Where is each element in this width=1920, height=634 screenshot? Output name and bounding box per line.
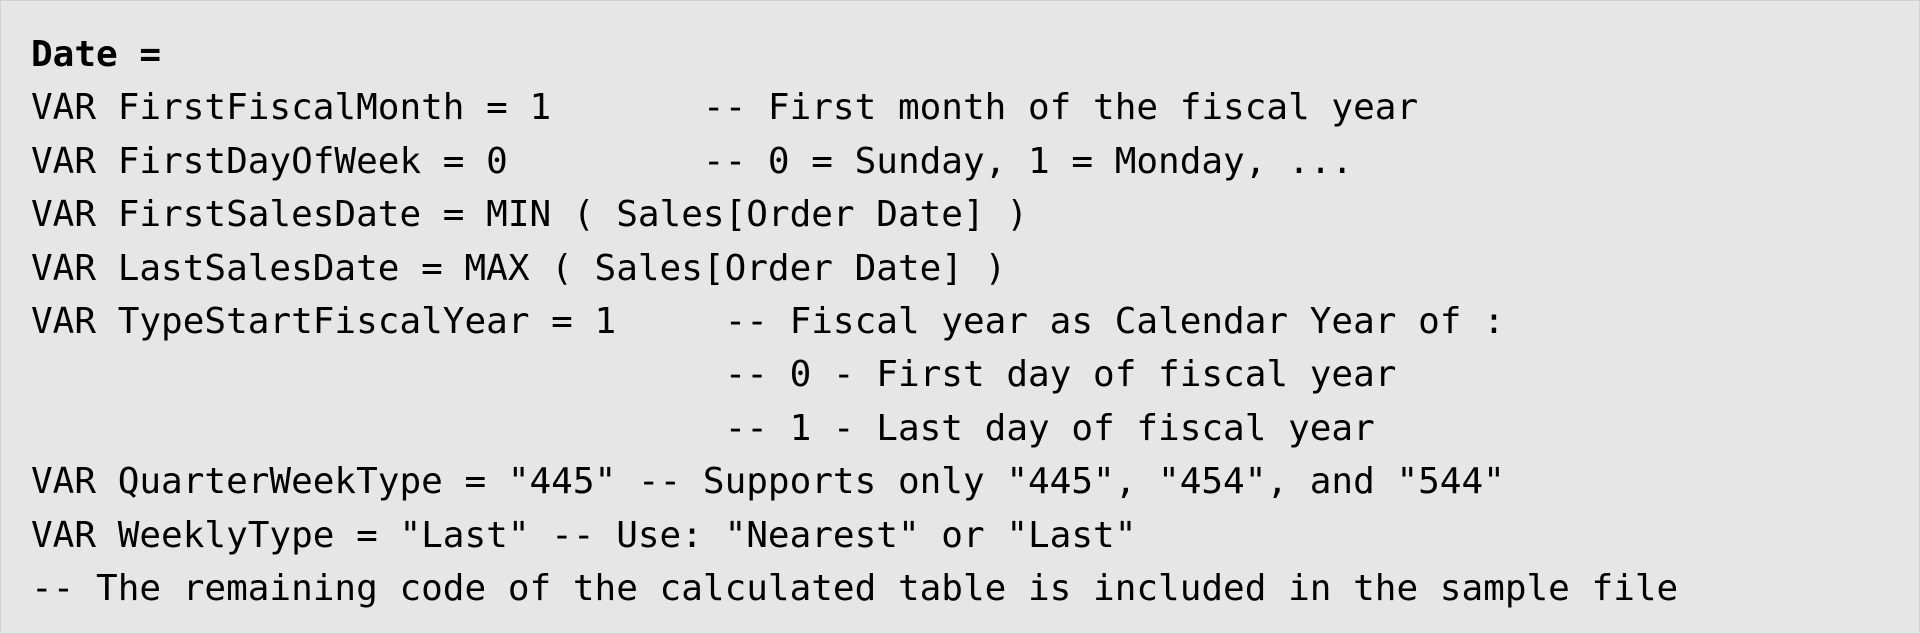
code-line-type-start-fiscal-year: VAR TypeStartFiscalYear = 1 -- Fiscal ye… [31,300,1505,342]
code-line-first-day-of-week: VAR FirstDayOfWeek = 0 -- 0 = Sunday, 1 … [31,140,1354,182]
code-line-first-fiscal-month: VAR FirstFiscalMonth = 1 -- First month … [31,87,1419,129]
code-line-first-sales-date: VAR FirstSalesDate = MIN ( Sales[Order D… [31,194,1028,236]
code-line-quarter-week-type: VAR QuarterWeekType = "445" -- Supports … [31,461,1505,503]
code-block: Date = VAR FirstFiscalMonth = 1 -- First… [0,0,1920,634]
code-line-date-header: Date = [31,34,162,75]
code-line-comment-option-0: -- 0 - First day of fiscal year [31,354,1397,396]
code-line-remaining-code-comment: -- The remaining code of the calculated … [31,567,1679,609]
code-line-last-sales-date: VAR LastSalesDate = MAX ( Sales[Order Da… [31,247,1007,289]
code-line-weekly-type: VAR WeeklyType = "Last" -- Use: "Nearest… [31,514,1137,556]
code-line-comment-option-1: -- 1 - Last day of fiscal year [31,407,1375,449]
